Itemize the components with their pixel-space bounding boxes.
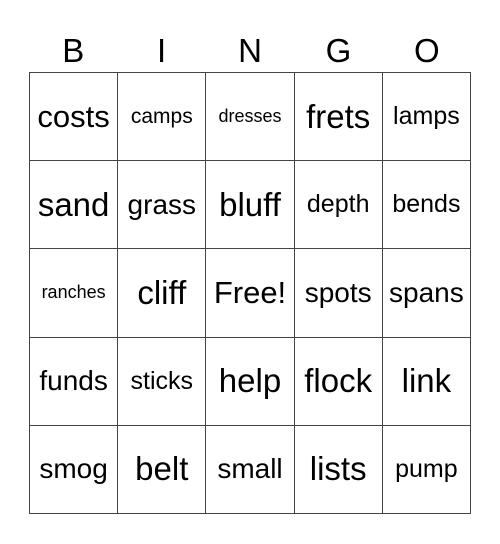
bingo-cell[interactable]: help (206, 337, 295, 426)
free-space-cell[interactable]: Free! (206, 249, 295, 338)
header-letter-g: G (325, 32, 352, 69)
bingo-cell[interactable]: sticks (118, 337, 207, 426)
bingo-cell[interactable]: dresses (206, 73, 295, 162)
bingo-cell[interactable]: ranches (30, 249, 119, 338)
bingo-cell[interactable]: cliff (118, 249, 207, 338)
bingo-header: B I N G O (29, 30, 471, 72)
bingo-cell[interactable]: sand (30, 161, 119, 250)
bingo-cell[interactable]: spots (294, 249, 383, 338)
bingo-cell[interactable]: spans (382, 249, 471, 338)
header-letter-i: I (157, 32, 167, 69)
bingo-cell[interactable]: costs (30, 73, 119, 162)
header-letter-o: O (413, 32, 440, 69)
bingo-cell[interactable]: belt (118, 425, 207, 514)
bingo-cell[interactable]: camps (118, 73, 207, 162)
bingo-cell[interactable]: lists (294, 425, 383, 514)
bingo-cell[interactable]: flock (294, 337, 383, 426)
bingo-cell[interactable]: depth (294, 161, 383, 250)
bingo-cell[interactable]: smog (30, 425, 119, 514)
bingo-cell[interactable]: bluff (206, 161, 295, 250)
bingo-cell[interactable]: link (382, 337, 471, 426)
bingo-card-grid: costs camps dresses frets lamps sand gra… (29, 72, 471, 514)
bingo-cell[interactable]: bends (382, 161, 471, 250)
bingo-cell[interactable]: grass (118, 161, 207, 250)
bingo-cell[interactable]: lamps (382, 73, 471, 162)
header-letter-b: B (62, 32, 85, 69)
header-letter-n: N (238, 32, 262, 69)
bingo-cell[interactable]: funds (30, 337, 119, 426)
bingo-cell[interactable]: frets (294, 73, 383, 162)
bingo-cell[interactable]: pump (382, 425, 471, 514)
bingo-cell[interactable]: small (206, 425, 295, 514)
